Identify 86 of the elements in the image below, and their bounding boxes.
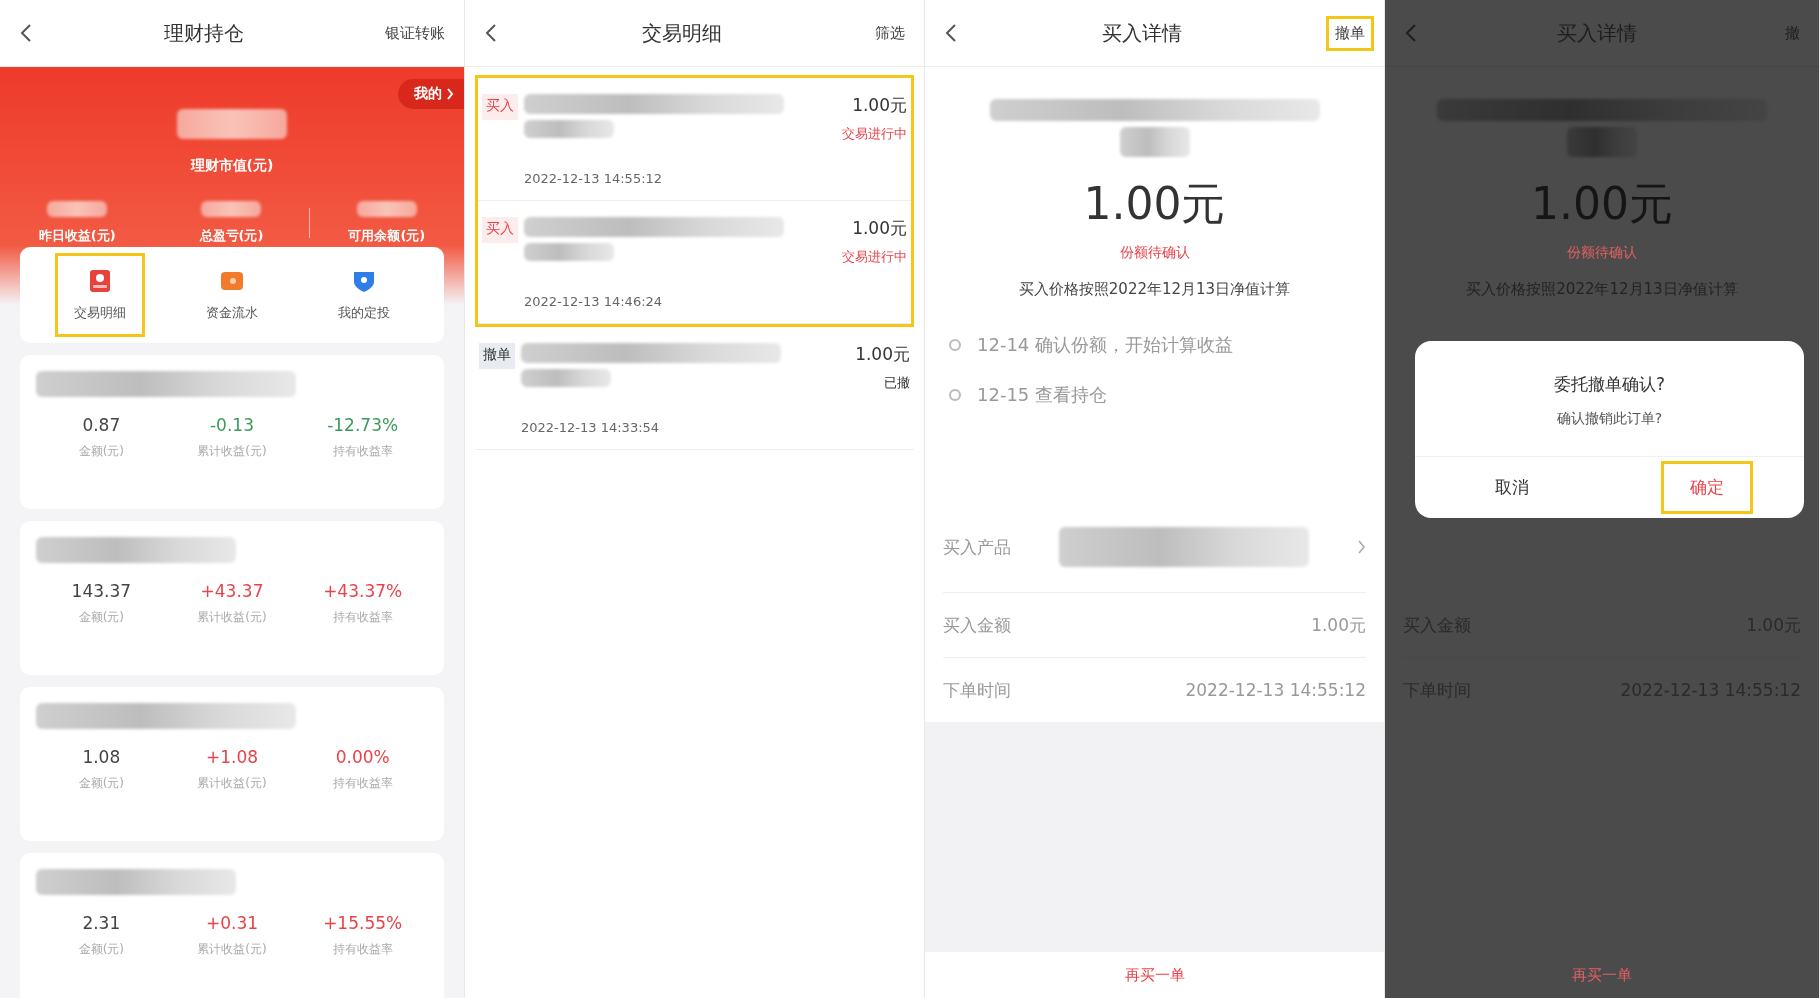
- row-label: 买入产品: [943, 535, 1011, 559]
- yield-rate-value: 0.00%: [335, 747, 390, 767]
- transaction-status: 已撤: [884, 374, 910, 392]
- type-tag: 买入: [482, 217, 518, 243]
- holding-card[interactable]: 0.87 -0.13 -12.73% 金额(元) 累计收益(元) 持有收益率: [20, 355, 444, 509]
- back-icon[interactable]: [485, 23, 497, 43]
- buy-again-button[interactable]: 再买一单: [1118, 964, 1191, 986]
- amount-value: 1.08: [82, 747, 121, 767]
- transaction-status: 交易进行中: [842, 125, 907, 143]
- blurred-text: [201, 201, 262, 217]
- timeline-dot: [949, 389, 961, 401]
- back-icon[interactable]: [945, 23, 957, 43]
- market-value-label: 理财市值(元): [190, 157, 274, 175]
- timeline-step: 12-14 确认份额，开始计算收益: [977, 333, 1234, 357]
- menu-item[interactable]: 资金流水: [187, 253, 277, 337]
- transaction-time: 2022-12-13 14:33:54: [521, 420, 661, 435]
- stat-label: 可用余额(元): [348, 227, 426, 245]
- document-icon: [87, 268, 113, 294]
- holding-card[interactable]: 2.31 +0.31 +15.55% 金额(元) 累计收益(元) 持有收益率: [20, 853, 444, 998]
- blurred-text: [47, 201, 108, 217]
- order-status: 份额待确认: [1118, 244, 1191, 262]
- profit-value: -0.13: [210, 415, 254, 435]
- row-label: 买入金额: [943, 613, 1011, 637]
- amount-value: 143.37: [71, 581, 132, 601]
- price-note: 买入价格按照2022年12月13日净值计算: [1017, 280, 1292, 299]
- profit-value: +0.31: [205, 913, 259, 933]
- amount-label: 金额(元): [78, 609, 124, 626]
- holding-card[interactable]: 143.37 +43.37 +43.37% 金额(元) 累计收益(元) 持有收益率: [20, 521, 444, 675]
- amount-label: 金额(元): [78, 941, 124, 958]
- amount-label: 金额(元): [78, 443, 124, 460]
- dialog-message: 确认撤销此订单?: [1555, 410, 1664, 428]
- page-title: 理财持仓: [163, 19, 245, 47]
- blurred-text: [356, 201, 417, 217]
- transaction-amount: 1.00元: [852, 217, 907, 240]
- transaction-time: 2022-12-13 14:46:24: [524, 294, 664, 309]
- profit-value: +1.08: [205, 747, 259, 767]
- menu-item[interactable]: 我的定投: [319, 253, 409, 337]
- profit-value: +43.37: [200, 581, 264, 601]
- chevron-right-icon: [1357, 540, 1366, 554]
- stat-label: 总盈亏(元): [199, 227, 264, 245]
- header-action-button[interactable]: 银证转账: [376, 15, 454, 51]
- transaction-status: 交易进行中: [842, 248, 907, 266]
- row-value: 1.00元: [1311, 613, 1366, 637]
- dialog-button[interactable]: 确定: [1660, 461, 1753, 514]
- yield-rate-value: -12.73%: [327, 415, 399, 435]
- yield-rate-label: 持有收益率: [332, 775, 393, 792]
- amount-label: 金额(元): [78, 775, 124, 792]
- profit-label: 累计收益(元): [197, 443, 267, 460]
- yield-rate-value: +43.37%: [323, 581, 403, 601]
- order-amount: 1.00元: [1082, 177, 1227, 231]
- transaction-time: 2022-12-13 14:55:12: [524, 171, 664, 186]
- profit-label: 累计收益(元): [197, 941, 267, 958]
- dialog-button[interactable]: 取消: [1466, 461, 1559, 514]
- page-title: 买入详情: [1100, 19, 1183, 47]
- type-tag: 撤单: [479, 343, 515, 369]
- timeline-dot: [949, 339, 961, 351]
- dialog-title: 委托撤单确认?: [1553, 373, 1666, 396]
- amount-value: 0.87: [82, 415, 121, 435]
- back-icon[interactable]: [20, 23, 32, 43]
- timeline-step: 12-15 查看持仓: [977, 383, 1108, 407]
- type-tag: 买入: [482, 94, 518, 120]
- chevron-right-icon: [446, 88, 454, 100]
- transaction-amount: 1.00元: [852, 94, 907, 117]
- yield-rate-label: 持有收益率: [332, 609, 393, 626]
- profit-label: 累计收益(元): [197, 775, 267, 792]
- row-value: 2022-12-13 14:55:12: [1185, 680, 1366, 700]
- page-title: 交易明细: [640, 19, 723, 47]
- header-action-button[interactable]: 撤单: [1326, 15, 1374, 51]
- holding-card[interactable]: 1.08 +1.08 0.00% 金额(元) 累计收益(元) 持有收益率: [20, 687, 444, 841]
- header-action-button[interactable]: 筛选: [866, 15, 914, 51]
- transaction-amount: 1.00元: [855, 343, 910, 366]
- profit-label: 累计收益(元): [197, 609, 267, 626]
- menu-item[interactable]: 交易明细: [55, 253, 145, 337]
- amount-value: 2.31: [82, 913, 121, 933]
- stat-label: 昨日收益(元): [38, 227, 116, 245]
- transaction-row[interactable]: 买入 2022-12-13 14:46:24 1.00元 交易进行中: [478, 201, 911, 324]
- mine-badge[interactable]: 我的: [398, 79, 464, 109]
- transaction-row[interactable]: 撤单 2022-12-13 14:33:54 1.00元 已撤: [475, 327, 914, 450]
- row-label: 下单时间: [943, 678, 1011, 702]
- yield-rate-label: 持有收益率: [332, 443, 393, 460]
- order-status: 份额待确认: [1566, 244, 1638, 262]
- blurred-text: [1119, 127, 1190, 157]
- yield-rate-label: 持有收益率: [332, 941, 393, 958]
- blurred-text: [1567, 127, 1637, 157]
- yield-rate-value: +15.55%: [323, 913, 403, 933]
- transaction-row[interactable]: 买入 2022-12-13 14:55:12 1.00元 交易进行中: [478, 78, 911, 201]
